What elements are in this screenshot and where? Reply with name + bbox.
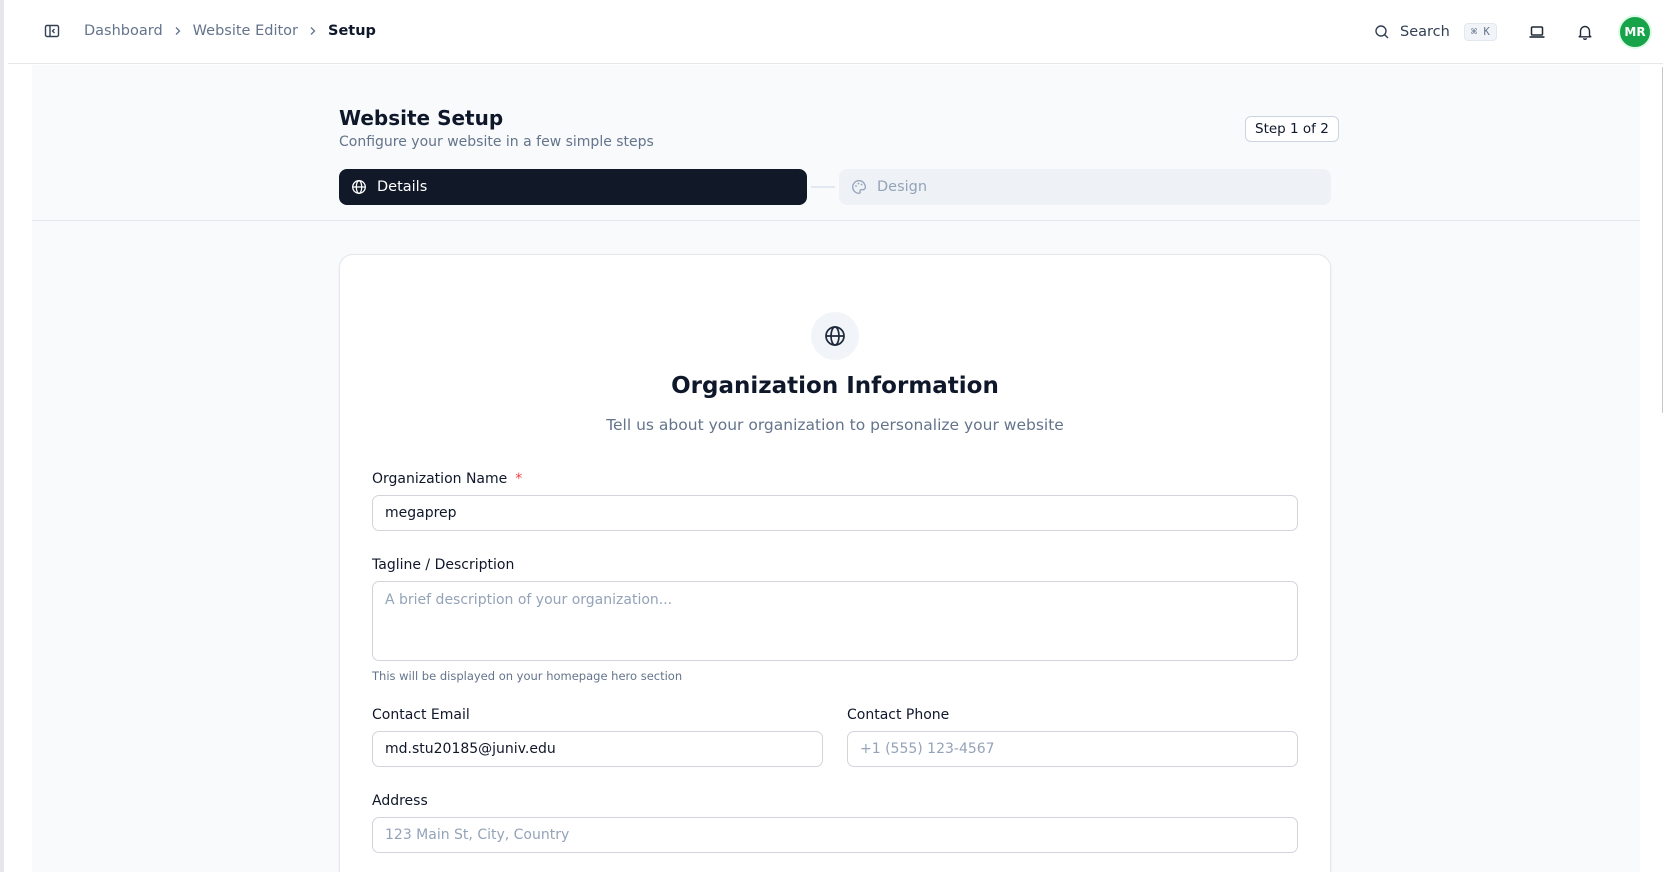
card-title: Organization Information <box>671 373 999 399</box>
page-title: Website Setup <box>339 106 504 130</box>
step-tab-details[interactable]: Details <box>339 169 807 205</box>
main-content: Website Setup Configure your website in … <box>32 65 1640 872</box>
breadcrumb-website-editor[interactable]: Website Editor <box>193 23 298 39</box>
palette-icon <box>851 179 867 195</box>
card-subtitle: Tell us about your organization to perso… <box>606 416 1064 434</box>
org-name-input[interactable] <box>372 495 1298 531</box>
tagline-textarea[interactable] <box>372 581 1298 661</box>
tagline-hint: This will be displayed on your homepage … <box>372 669 683 683</box>
contact-email-input[interactable] <box>372 731 823 767</box>
page-subtitle: Configure your website in a few simple s… <box>339 134 654 150</box>
chevron-right-icon <box>308 26 318 36</box>
tagline-label: Tagline / Description <box>372 557 515 573</box>
search-shortcut: ⌘ K <box>1463 23 1497 41</box>
step-tab-design[interactable]: Design <box>839 169 1331 205</box>
preview-button[interactable] <box>1527 22 1547 42</box>
search-button[interactable]: Search ⌘ K <box>1374 20 1497 44</box>
step-tab-label: Details <box>377 179 428 195</box>
chevron-right-icon <box>173 26 183 36</box>
setup-header: Website Setup Configure your website in … <box>32 65 1640 221</box>
contact-email-label: Contact Email <box>372 707 470 723</box>
search-label: Search <box>1400 24 1450 40</box>
contact-phone-label: Contact Phone <box>847 707 950 723</box>
search-icon <box>1375 25 1389 39</box>
panel-left-icon <box>44 24 60 38</box>
breadcrumb-setup: Setup <box>328 23 376 39</box>
app-frame: Dashboard Website Editor Setup Search ⌘ … <box>0 0 1663 872</box>
notifications-button[interactable] <box>1575 22 1595 42</box>
breadcrumb-dashboard[interactable]: Dashboard <box>84 23 163 39</box>
address-input[interactable] <box>372 817 1298 853</box>
bell-icon <box>1578 25 1592 41</box>
avatar[interactable]: MR <box>1618 15 1652 49</box>
step-badge: Step 1 of 2 <box>1245 116 1339 142</box>
address-label: Address <box>372 793 428 809</box>
contact-phone-input[interactable] <box>847 731 1298 767</box>
breadcrumb: Dashboard Website Editor Setup <box>84 20 376 42</box>
sidebar-toggle-button[interactable] <box>42 21 62 41</box>
organization-card: Organization Information Tell us about y… <box>339 254 1331 872</box>
laptop-icon <box>1529 26 1545 38</box>
globe-icon <box>811 312 859 360</box>
step-connector <box>811 186 835 188</box>
org-name-label-text: Organization Name <box>372 471 508 487</box>
required-mark: * <box>515 471 523 487</box>
topbar: Dashboard Website Editor Setup Search ⌘ … <box>8 0 1663 64</box>
org-name-label: Organization Name * <box>372 471 522 487</box>
step-tab-label: Design <box>877 179 928 195</box>
globe-icon <box>351 179 367 195</box>
